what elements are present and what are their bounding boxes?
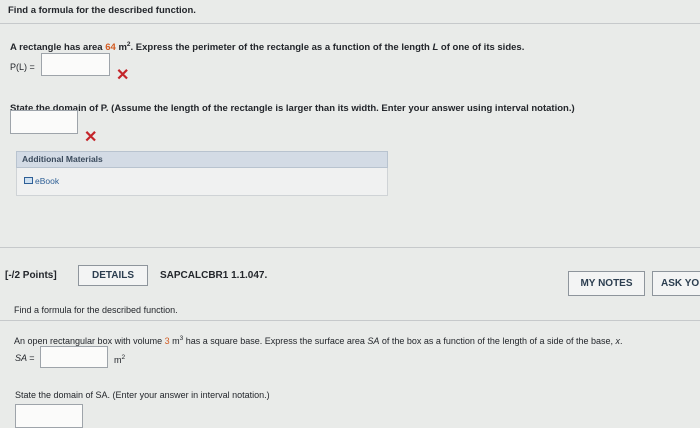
divider (0, 247, 700, 248)
q2-prompt-pre: An open rectangular box with volume (14, 336, 165, 346)
q2-answer-label: SA = (15, 353, 35, 363)
q2-domain-input[interactable] (15, 404, 83, 428)
q1-answer-label: P(L) = (10, 62, 35, 72)
q1-prompt-end: of one of its sides. (438, 42, 525, 53)
ebook-link[interactable]: eBook (35, 176, 59, 186)
q1-domain-input[interactable] (10, 110, 78, 134)
q1-area-unit: m (115, 42, 127, 53)
q2-unit-exp: 2 (121, 354, 126, 361)
q1-prompt: A rectangle has area 64 m2. Express the … (10, 41, 525, 53)
additional-materials-panel: eBook (16, 168, 388, 196)
q2-domain-prompt: State the domain of SA. (Enter your answ… (15, 390, 270, 400)
divider (0, 23, 700, 24)
q1-wrong-icon: ✕ (116, 67, 130, 84)
details-button[interactable]: DETAILS (78, 265, 148, 286)
q1-answer-input[interactable] (41, 53, 110, 76)
q2-var-sa: SA (367, 336, 380, 346)
q2-prompt: An open rectangular box with volume 3 m3… (14, 335, 623, 346)
q2-prompt-mid2: of the box as a function of the length o… (379, 336, 616, 346)
q1-domain-wrong-icon: ✕ (84, 129, 98, 146)
q2-answer-input[interactable] (40, 346, 108, 368)
q1-prompt-post: . Express the perimeter of the rectangle… (130, 42, 433, 53)
q2-prompt-end: . (620, 336, 623, 346)
ebook-icon (24, 177, 33, 184)
divider (0, 320, 700, 321)
q2-prompt-mid: has a square base. Express the surface a… (183, 336, 368, 346)
q1-prompt-pre: A rectangle has area (10, 42, 106, 53)
q2-instruction: Find a formula for the described functio… (14, 305, 178, 315)
my-notes-button[interactable]: MY NOTES (568, 271, 645, 296)
q2-volume-unit: m (169, 336, 180, 346)
additional-materials-bar: Additional Materials (16, 151, 388, 168)
q2-code: SAPCALCBR1 1.1.047. (160, 270, 268, 281)
q1-domain-prompt: State the domain of P. (Assume the lengt… (10, 103, 575, 114)
q2-points: [-/2 Points] (5, 270, 57, 281)
q2-unit-base: m (114, 355, 122, 365)
q1-area-value: 64 (105, 42, 116, 53)
q2-unit: m2 (114, 354, 126, 365)
q1-instruction: Find a formula for the described functio… (8, 5, 196, 16)
additional-materials-label: Additional Materials (22, 154, 103, 164)
ask-your-teacher-button[interactable]: ASK YO (652, 271, 700, 296)
